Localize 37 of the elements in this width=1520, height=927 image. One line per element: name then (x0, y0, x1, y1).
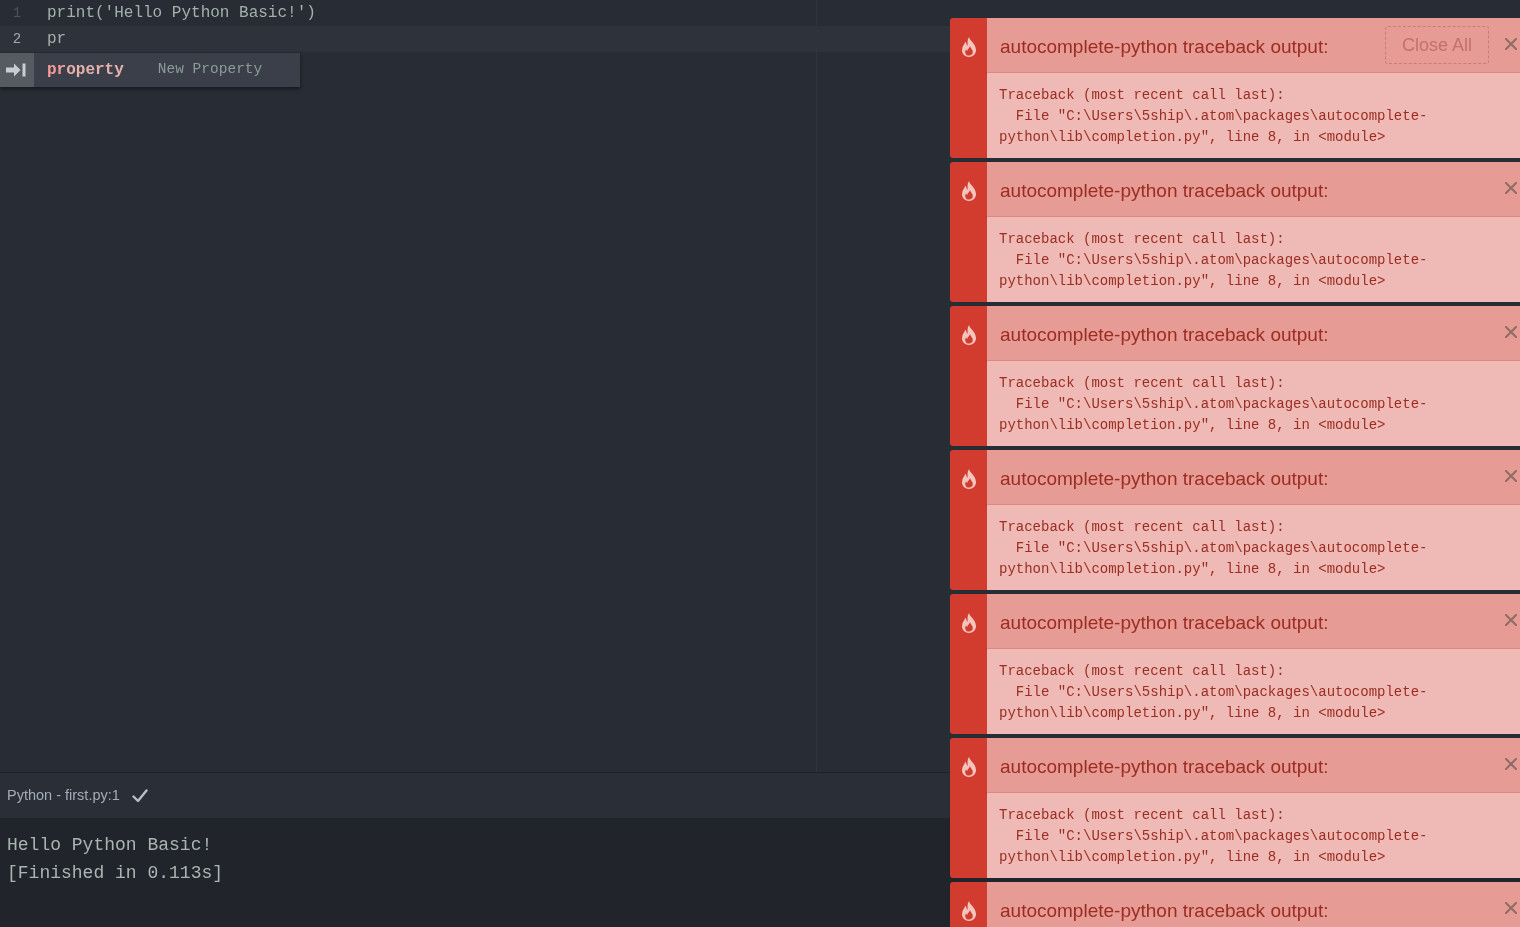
close-icon[interactable] (1505, 757, 1517, 770)
notification-title: autocomplete-python traceback output: (1000, 35, 1330, 60)
check-icon (131, 788, 148, 803)
notification-title: autocomplete-python traceback output: (1000, 179, 1330, 204)
line-number: 2 (11, 29, 23, 49)
traceback-text: Traceback (most recent call last): File "C:\Users\5ship\.atom\packages\autocomplete-python\lib\completion.py", line 8, in <module> (987, 649, 1520, 734)
close-icon[interactable] (1505, 469, 1517, 482)
traceback-text: Traceback (most recent call last): File "C:\Users\5ship\.atom\packages\autocomplete-python\lib\completion.py", line 8, in <module> (987, 793, 1520, 878)
flame-icon (960, 469, 977, 489)
code-text: print('Hello Python Basic!') (47, 3, 316, 24)
close-icon[interactable] (1505, 181, 1517, 194)
notification-title: autocomplete-python traceback output: (1000, 611, 1330, 636)
close-icon[interactable] (1505, 325, 1517, 338)
notification-title: autocomplete-python traceback output: (1000, 899, 1330, 924)
code-text: pr (47, 29, 67, 50)
output-line: Hello Python Basic! (7, 834, 213, 857)
flame-icon (960, 901, 977, 921)
notification-title: autocomplete-python traceback output: (1000, 755, 1330, 780)
traceback-text: Traceback (most recent call last): File "C:\Users\5ship\.atom\packages\autocomplete-python\lib\completion.py", line 8, in <module> (987, 217, 1520, 302)
close-icon[interactable] (1505, 37, 1517, 50)
flame-icon (960, 325, 977, 345)
close-icon[interactable] (1505, 901, 1517, 914)
traceback-text: Traceback (most recent call last): File "C:\Users\5ship\.atom\packages\autocomplete-python\lib\completion.py", line 8, in <module> (987, 505, 1520, 590)
notification-title: autocomplete-python traceback output: (1000, 323, 1330, 348)
traceback-text: Traceback (most recent call last): File "C:\Users\5ship\.atom\packages\autocomplete-python\lib\completion.py", line 8, in <module> (987, 73, 1520, 158)
file-status-label: Python - first.py:1 (7, 785, 120, 805)
close-icon[interactable] (1505, 613, 1517, 626)
output-line: [Finished in 0.113s] (7, 862, 224, 885)
suggestion-item[interactable]: property New Property (0, 53, 300, 87)
notification-title: autocomplete-python traceback output: (1000, 467, 1330, 492)
flame-icon (960, 757, 977, 777)
flame-icon (960, 613, 977, 633)
traceback-text: Traceback (most recent call last): File "C:\Users\5ship\.atom\packages\autocomplete-python\lib\completion.py", line 8, in <module> (987, 361, 1520, 446)
flame-icon (960, 37, 977, 57)
suggestion-description: New Property (157, 60, 263, 80)
suggestion-text: property (47, 60, 124, 81)
flame-icon (960, 181, 977, 201)
